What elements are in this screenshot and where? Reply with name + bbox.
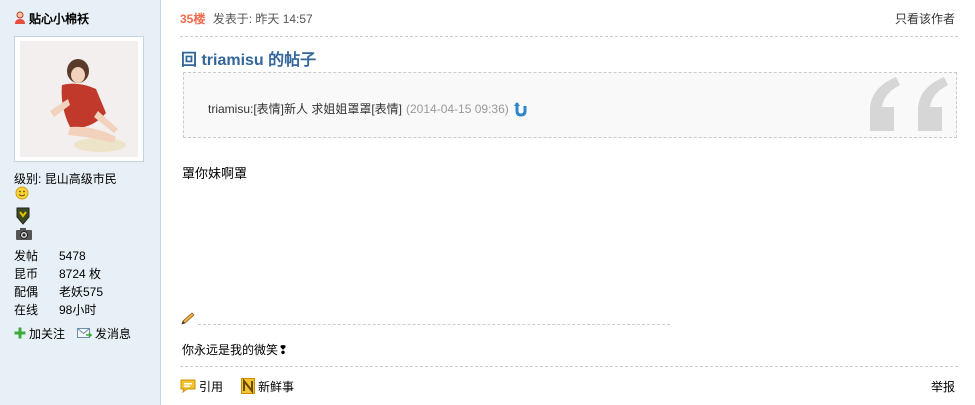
level-value: 昆山高级市民 bbox=[44, 172, 117, 186]
profile-actions: 加关注 发消息 bbox=[14, 324, 143, 342]
edit-row bbox=[180, 312, 670, 326]
quote-mark-icon bbox=[870, 77, 948, 131]
send-message-button[interactable]: 发消息 bbox=[77, 325, 131, 342]
pencil-icon[interactable] bbox=[180, 312, 196, 326]
plus-icon bbox=[14, 327, 26, 339]
n-badge-icon bbox=[241, 378, 256, 394]
fresh-news-button[interactable]: 新鲜事 bbox=[241, 378, 294, 395]
jump-to-quote-icon[interactable] bbox=[513, 101, 528, 117]
avatar[interactable] bbox=[14, 36, 144, 162]
female-user-icon bbox=[15, 11, 25, 24]
signature-divider bbox=[198, 324, 670, 325]
author-row: 贴心小棉袄 bbox=[14, 10, 89, 26]
camera-icon bbox=[16, 228, 32, 240]
quote-content: triamisu:[表情]新人 求姐姐罩罩[表情] (2014-04-15 09… bbox=[208, 100, 528, 117]
author-name[interactable]: 贴心小棉袄 bbox=[29, 10, 89, 27]
post-footer: 引用 新鲜事 举报 bbox=[180, 376, 955, 396]
quote-time: (2014-04-15 09:36) bbox=[406, 101, 509, 116]
post-content: 罩你妹啊罩 bbox=[182, 166, 248, 181]
report-link[interactable]: 举报 bbox=[931, 378, 955, 395]
post-header: 35楼 发表于: 昨天 14:57 只看该作者 bbox=[180, 10, 955, 26]
posted-time: 发表于: 昨天 14:57 bbox=[212, 12, 313, 26]
stat-online: 在线 98小时 bbox=[14, 303, 97, 317]
footer-divider bbox=[180, 366, 958, 367]
quote-box: triamisu:[表情]新人 求姐姐罩罩[表情] (2014-04-15 09… bbox=[183, 72, 957, 138]
divider bbox=[180, 36, 958, 37]
only-author-link[interactable]: 只看该作者 bbox=[895, 10, 955, 27]
author-sidebar: 贴心小棉袄 级别: 昆山高级市民 发帖 5478 昆币 8724 枚 配偶 老妖… bbox=[0, 0, 161, 405]
level-label: 级别: bbox=[14, 172, 42, 186]
medal-icon bbox=[16, 207, 30, 225]
user-stats: 发帖 5478 昆币 8724 枚 配偶 老妖575 在线 98小时 bbox=[14, 247, 103, 319]
avatar-image bbox=[20, 41, 138, 157]
quote-button[interactable]: 引用 bbox=[180, 378, 223, 395]
level-row: 级别: 昆山高级市民 bbox=[14, 170, 117, 187]
quote-text: triamisu:[表情]新人 求姐姐罩罩[表情] bbox=[208, 102, 403, 116]
post-main: 35楼 发表于: 昨天 14:57 只看该作者 回 triamisu 的帖子 t… bbox=[180, 0, 960, 405]
speech-bubble-icon bbox=[180, 379, 196, 393]
stat-spouse: 配偶 老妖575 bbox=[14, 285, 104, 299]
stat-coins: 昆币 8724 枚 bbox=[14, 267, 102, 281]
stat-posts: 发帖 5478 bbox=[14, 249, 86, 263]
signature: 你永远是我的微笑❢ bbox=[182, 343, 289, 357]
floor-number: 35楼 bbox=[180, 12, 206, 26]
smiley-icon bbox=[15, 186, 29, 200]
follow-button[interactable]: 加关注 bbox=[14, 325, 65, 342]
post-title: 回 triamisu 的帖子 bbox=[181, 52, 317, 69]
mail-icon bbox=[77, 328, 93, 338]
